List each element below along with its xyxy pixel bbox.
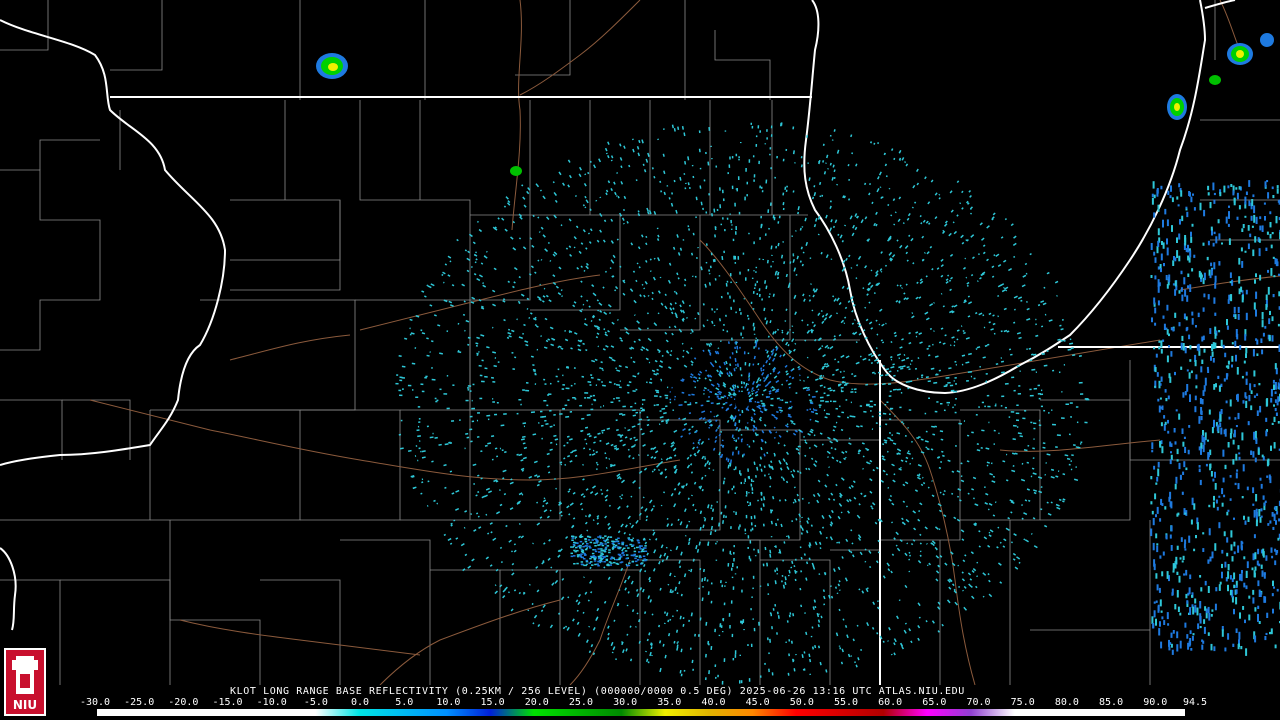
colorbar-gradient	[97, 709, 1185, 716]
storm-cell-ne-2-peak	[1236, 50, 1244, 58]
colorbar-tick-label: 35.0	[657, 697, 682, 708]
radar-map[interactable]	[0, 0, 1280, 720]
storm-cell-ne-3	[1209, 75, 1221, 85]
logo-text: NIU	[12, 698, 38, 712]
colorbar-tick-label: -10.0	[256, 697, 287, 708]
colorbar-tick-label: 65.0	[922, 697, 947, 708]
colorbar-tick-label: 45.0	[745, 697, 770, 708]
storm-cell-ne-4	[1260, 33, 1274, 47]
reflectivity-echoes	[395, 122, 1280, 685]
colorbar-tick-label: 55.0	[833, 697, 859, 708]
rivers-roads	[89, 0, 1280, 685]
colorbar	[97, 709, 1185, 716]
colorbar-tick-label: 94.5	[1182, 697, 1208, 708]
colorbar-tick-label: -15.0	[212, 697, 243, 708]
colorbar-tick-label: -20.0	[168, 697, 199, 708]
colorbar-tick-label: 30.0	[613, 697, 638, 708]
colorbar-tick-label: 15.0	[480, 697, 505, 708]
colorbar-tick-label: 85.0	[1099, 697, 1124, 708]
storm-cell-nw-peak	[328, 63, 338, 71]
map-canvas	[0, 0, 1280, 685]
storm-cell-ne-1-peak	[1174, 103, 1180, 111]
castle-icon	[12, 656, 38, 694]
colorbar-tick-label: 90.0	[1143, 697, 1168, 708]
colorbar-tick-label: 75.0	[1010, 697, 1035, 708]
colorbar-tick-label: 70.0	[966, 697, 991, 708]
storm-cells	[316, 33, 1274, 176]
storm-cell-n	[510, 166, 522, 176]
colorbar-tick-label: 0.0	[351, 697, 370, 708]
county-borders	[0, 0, 1280, 685]
colorbar-tick-labels: -30.0 -25.0 -20.0 -15.0 -10.0 -5.0 0.0 5.0 10.0 1…	[80, 697, 1207, 709]
radar-site-marker	[735, 392, 749, 410]
colorbar-tick-label: 60.0	[878, 697, 903, 708]
niu-logo: NIU	[4, 648, 46, 716]
colorbar-tick-label: 5.0	[395, 697, 414, 708]
colorbar-tick-label: -30.0	[79, 697, 111, 708]
colorbar-tick-label: 80.0	[1054, 697, 1079, 708]
colorbar-tick-label: -5.0	[303, 697, 328, 708]
colorbar-tick-label: 50.0	[789, 697, 814, 708]
colorbar-tick-label: 10.0	[436, 697, 461, 708]
colorbar-tick-label: 20.0	[524, 697, 549, 708]
colorbar-tick-label: -25.0	[124, 697, 155, 708]
colorbar-tick-label: 25.0	[568, 697, 593, 708]
colorbar-tick-label: 40.0	[701, 697, 726, 708]
